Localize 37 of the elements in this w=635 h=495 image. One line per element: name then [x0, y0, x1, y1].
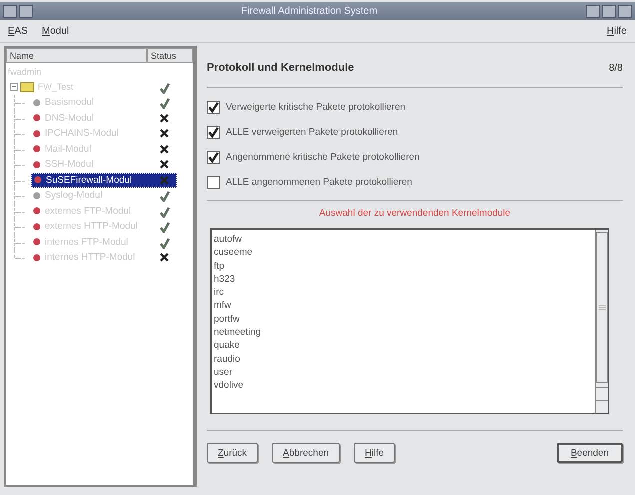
- list-item[interactable]: portfw: [214, 314, 595, 328]
- dialog-button[interactable]: Zurück: [207, 443, 258, 463]
- section-heading: Auswahl der zu verwendenden Kernelmodule: [318, 207, 512, 221]
- dialog-button[interactable]: Hilfe: [354, 443, 396, 463]
- checkbox-label: ALLE verweigerten Pakete protokollieren: [226, 127, 398, 138]
- dialog-button[interactable]: Beenden: [556, 443, 623, 463]
- column-header[interactable]: Status: [147, 48, 193, 63]
- list-item[interactable]: cuseeme: [214, 247, 595, 261]
- help-menu[interactable]: Hilfe: [606, 26, 627, 36]
- list-item[interactable]: netmeeting: [214, 327, 595, 340]
- checkbox[interactable]: [207, 126, 220, 139]
- checkbox[interactable]: [207, 176, 220, 189]
- folder-icon: [10, 81, 36, 94]
- menu-item[interactable]: EAS: [8, 26, 28, 36]
- list-item[interactable]: raudio: [214, 354, 595, 367]
- checkbox-label: Angenommene kritische Pakete protokollieren: [226, 152, 420, 163]
- tree-item[interactable]: SuSEFirewall-Modul: [31, 172, 177, 188]
- page-title: Protokoll und Kernelmodule: [207, 62, 354, 74]
- checkbox[interactable]: [207, 151, 220, 164]
- list-item[interactable]: user: [214, 366, 595, 380]
- page-counter: 8/8: [609, 62, 623, 74]
- menu-item[interactable]: Modul: [42, 26, 70, 36]
- list-item[interactable]: irc: [214, 287, 595, 300]
- list-item[interactable]: mfw: [214, 300, 595, 314]
- list-item[interactable]: autofw: [214, 234, 595, 248]
- checkbox-label: ALLE angenommenen Pakete protokollieren: [226, 177, 412, 188]
- column-header[interactable]: Name: [6, 48, 147, 63]
- scrollbar[interactable]: [595, 230, 608, 413]
- list-item[interactable]: quake: [214, 340, 595, 354]
- dialog-button[interactable]: Abbrechen: [272, 443, 340, 463]
- list-item[interactable]: vdolive: [214, 380, 595, 394]
- window-title: Firewall Administration System: [241, 6, 378, 16]
- checkbox[interactable]: [207, 101, 220, 114]
- scrollbar-thumb[interactable]: [596, 232, 608, 383]
- checkbox-label: Verweigerte kritische Pakete protokollieren: [226, 102, 406, 113]
- list-item[interactable]: ftp: [214, 260, 595, 274]
- list-item[interactable]: h323: [214, 274, 595, 288]
